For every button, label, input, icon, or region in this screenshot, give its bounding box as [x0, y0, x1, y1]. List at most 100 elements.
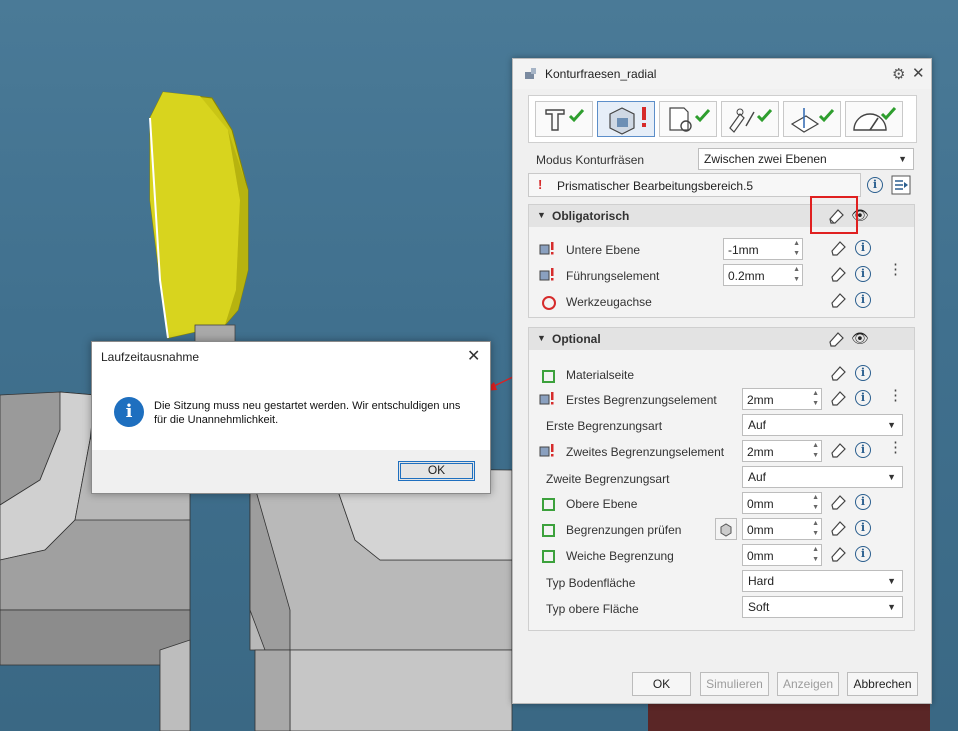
spin-down-icon[interactable]: ▼: [812, 556, 819, 563]
show-button[interactable]: Anzeigen: [777, 672, 839, 696]
tab-performance[interactable]: [845, 101, 903, 137]
ok-button[interactable]: OK: [632, 672, 691, 696]
eraser-icon[interactable]: [829, 364, 847, 382]
upper-plane-label: Obere Ebene: [566, 497, 638, 511]
first-limit-element-input[interactable]: 2mm ▲ ▼: [742, 388, 822, 410]
second-limit-type-select[interactable]: Auf ▼: [742, 466, 903, 488]
spin-down-icon[interactable]: ▼: [793, 276, 800, 283]
info-icon[interactable]: i: [855, 546, 871, 562]
eraser-icon[interactable]: [829, 239, 847, 257]
close-icon[interactable]: ✕: [912, 64, 925, 82]
optional-header[interactable]: ▼ Optional 👁: [529, 328, 914, 350]
info-icon[interactable]: i: [855, 520, 871, 536]
info-icon[interactable]: i: [855, 442, 871, 458]
eraser-icon[interactable]: [829, 441, 847, 459]
annotation-highlight-box: [810, 196, 858, 234]
spin-down-icon[interactable]: ▼: [812, 400, 819, 407]
guide-element-input[interactable]: 0.2mm ▲ ▼: [723, 264, 803, 286]
tab-strategy[interactable]: [659, 101, 717, 137]
eraser-icon[interactable]: [827, 330, 845, 348]
soft-limit-input[interactable]: 0mm ▲ ▼: [742, 544, 822, 566]
chevron-down-icon: ▼: [887, 472, 896, 482]
mode-select-value: Zwischen zwei Ebenen: [704, 152, 827, 166]
warning-text: Prismatischer Bearbeitungsbereich.5: [557, 179, 754, 193]
spin-down-icon[interactable]: ▼: [812, 530, 819, 537]
check-limits-value: 0mm: [747, 523, 774, 537]
list-export-icon[interactable]: [891, 175, 911, 195]
eraser-icon[interactable]: [829, 519, 847, 537]
square-status-icon: [542, 370, 555, 383]
spin-up-icon[interactable]: ▲: [812, 390, 819, 397]
chevron-down-icon: ▼: [887, 420, 896, 430]
spin-up-icon[interactable]: ▲: [812, 546, 819, 553]
eraser-icon[interactable]: [829, 389, 847, 407]
tab-feeds[interactable]: [783, 101, 841, 137]
more-options-icon[interactable]: ⋮: [888, 262, 903, 277]
tab-geometry[interactable]: [597, 101, 655, 137]
info-icon[interactable]: i: [855, 240, 871, 256]
eraser-icon[interactable]: [829, 265, 847, 283]
eraser-icon[interactable]: [829, 291, 847, 309]
spin-down-icon[interactable]: ▼: [812, 452, 819, 459]
upper-plane-input[interactable]: 0mm ▲ ▼: [742, 492, 822, 514]
first-limit-type-value: Auf: [748, 418, 767, 432]
spin-up-icon[interactable]: ▲: [812, 442, 819, 449]
info-icon[interactable]: i: [867, 177, 883, 193]
spin-up-icon[interactable]: ▲: [812, 520, 819, 527]
spin-down-icon[interactable]: ▼: [812, 504, 819, 511]
second-limit-element-label: Zweites Begrenzungselement: [566, 445, 725, 459]
check-limits-input[interactable]: 0mm ▲ ▼: [742, 518, 822, 540]
tool-tab-icon: [545, 108, 585, 131]
info-icon[interactable]: i: [855, 292, 871, 308]
panel-title: Konturfraesen_radial: [545, 67, 657, 81]
upper-plane-value: 0mm: [747, 497, 774, 511]
bottom-face-type-label: Typ Bodenfläche: [546, 576, 636, 590]
cancel-button[interactable]: Abbrechen: [847, 672, 918, 696]
check-limits-icon[interactable]: [715, 518, 737, 540]
first-limit-element-label: Erstes Begrenzungselement: [566, 393, 717, 407]
element-error-icon: [539, 242, 554, 255]
second-limit-type-value: Auf: [748, 470, 767, 484]
lower-plane-value: -1mm: [728, 243, 759, 257]
mode-select[interactable]: Zwischen zwei Ebenen ▼: [698, 148, 914, 170]
circle-status-icon: [542, 296, 556, 310]
geometry-warning[interactable]: ! Prismatischer Bearbeitungsbereich.5: [528, 173, 861, 197]
info-icon[interactable]: i: [855, 365, 871, 381]
first-limit-type-select[interactable]: Auf ▼: [742, 414, 903, 436]
tab-tool[interactable]: [535, 101, 593, 137]
spin-up-icon[interactable]: ▲: [793, 240, 800, 247]
more-options-icon[interactable]: ⋮: [888, 440, 903, 455]
second-limit-element-input[interactable]: 2mm ▲ ▼: [742, 440, 822, 462]
eye-icon[interactable]: 👁: [851, 330, 869, 347]
close-icon[interactable]: ✕: [467, 346, 480, 366]
gear-icon[interactable]: ⚙: [892, 65, 905, 83]
more-options-icon[interactable]: ⋮: [888, 388, 903, 403]
material-side-label: Materialseite: [566, 368, 635, 382]
info-icon: i: [114, 397, 144, 427]
collapse-triangle-icon: ▼: [537, 333, 546, 343]
panel-titlebar[interactable]: Konturfraesen_radial ⚙ ✕: [513, 59, 931, 89]
lower-plane-input[interactable]: -1mm ▲ ▼: [723, 238, 803, 260]
dialog-footer: OK: [92, 450, 490, 493]
info-icon[interactable]: i: [855, 494, 871, 510]
dialog-title: Laufzeitausnahme: [101, 350, 200, 364]
simulate-button[interactable]: Simulieren: [700, 672, 769, 696]
operation-panel: Konturfraesen_radial ⚙ ✕ Modus Konturfrä…: [512, 58, 932, 704]
second-limit-element-value: 2mm: [747, 445, 774, 459]
bottom-face-type-select[interactable]: Hard ▼: [742, 570, 903, 592]
tab-macros[interactable]: [721, 101, 779, 137]
spin-up-icon[interactable]: ▲: [812, 494, 819, 501]
eraser-icon[interactable]: [829, 493, 847, 511]
mode-label: Modus Konturfräsen: [536, 153, 645, 167]
collapse-triangle-icon: ▼: [537, 210, 546, 220]
spin-up-icon[interactable]: ▲: [793, 266, 800, 273]
dialog-ok-button[interactable]: OK: [398, 461, 475, 481]
spin-down-icon[interactable]: ▼: [793, 250, 800, 257]
info-icon[interactable]: i: [855, 266, 871, 282]
guide-element-label: Führungselement: [566, 269, 660, 283]
info-icon[interactable]: i: [855, 390, 871, 406]
top-face-type-select[interactable]: Soft ▼: [742, 596, 903, 618]
element-error-icon: [539, 268, 554, 281]
top-face-type-value: Soft: [748, 600, 770, 614]
eraser-icon[interactable]: [829, 545, 847, 563]
